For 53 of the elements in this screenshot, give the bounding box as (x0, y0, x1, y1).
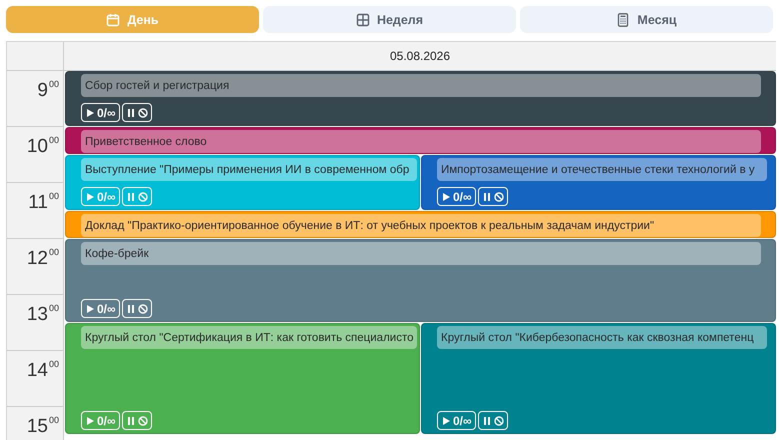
pause-icon (126, 108, 136, 118)
event-block[interactable]: Доклад "Практико-ориентированное обучение в ИТ: от учебных проектов к реальным задачам индустрии" (65, 211, 776, 238)
pause-icon (126, 304, 136, 314)
ban-icon (494, 416, 504, 426)
hour-label: 13$^{00}$ (26, 304, 59, 326)
calendar-icon (106, 12, 120, 26)
event-block[interactable]: Импортозамещение и отечественные стеки технологий в у 0/∞ (421, 155, 776, 210)
ban-icon (138, 416, 148, 426)
event-title: Круглый стол "Кибербезопасность как сквозная компетенц (437, 326, 767, 349)
hour-label: 14$^{00}$ (26, 360, 59, 382)
hour-label: 10$^{00}$ (26, 136, 59, 158)
ban-icon (494, 192, 504, 202)
event-block[interactable]: Кофе-брейк 0/∞ (65, 239, 776, 322)
play-icon (85, 108, 95, 118)
pause-icon (126, 192, 136, 202)
hour-label: 15$^{00}$ (26, 416, 59, 438)
event-title: Кофе-брейк (81, 242, 761, 265)
ban-icon (138, 108, 148, 118)
play-icon (441, 416, 451, 426)
event-title: Импортозамещение и отечественные стеки технологий в у (437, 158, 767, 181)
pause-button[interactable] (478, 411, 508, 430)
ban-icon (138, 304, 148, 314)
event-title: Приветственное слово (81, 130, 761, 153)
event-block[interactable]: Сбор гостей и регистрация 0/∞ (65, 71, 776, 126)
date-header: 05.08.2026 (390, 49, 450, 63)
view-tab[interactable]: Месяц (520, 6, 773, 33)
event-title: Выступление "Примеры применения ИИ в современном обр (81, 158, 417, 181)
play-button[interactable]: 0/∞ (81, 103, 120, 122)
pause-button[interactable] (122, 299, 152, 318)
event-title: Сбор гостей и регистрация (81, 74, 761, 97)
calculator-icon (616, 12, 630, 26)
event-block[interactable]: Круглый стол "Кибербезопасность как сквозная компетенц 0/∞ (421, 323, 776, 434)
view-tab[interactable]: Неделя (263, 6, 516, 33)
hour-label: 12$^{00}$ (26, 248, 59, 270)
hour-label: 11$^{00}$ (28, 192, 59, 214)
grid-icon (356, 12, 370, 26)
play-button[interactable]: 0/∞ (437, 187, 476, 206)
pause-button[interactable] (478, 187, 508, 206)
hour-label: 9$^{00}$ (37, 80, 59, 102)
pause-icon (126, 416, 136, 426)
pause-icon (482, 192, 492, 202)
event-title: Доклад "Практико-ориентированное обучение в ИТ: от учебных проектов к реальным задачам индустрии" (81, 214, 761, 237)
play-icon (441, 192, 451, 202)
pause-button[interactable] (122, 103, 152, 122)
play-icon (85, 304, 95, 314)
play-button[interactable]: 0/∞ (437, 411, 476, 430)
pause-icon (482, 416, 492, 426)
event-title: Круглый стол "Сертификация в ИТ: как готовить специалисто (81, 326, 417, 349)
play-icon (85, 416, 95, 426)
play-button[interactable]: 0/∞ (81, 299, 120, 318)
play-icon (85, 192, 95, 202)
event-block[interactable]: Приветственное слово (65, 127, 776, 154)
ban-icon (138, 192, 148, 202)
